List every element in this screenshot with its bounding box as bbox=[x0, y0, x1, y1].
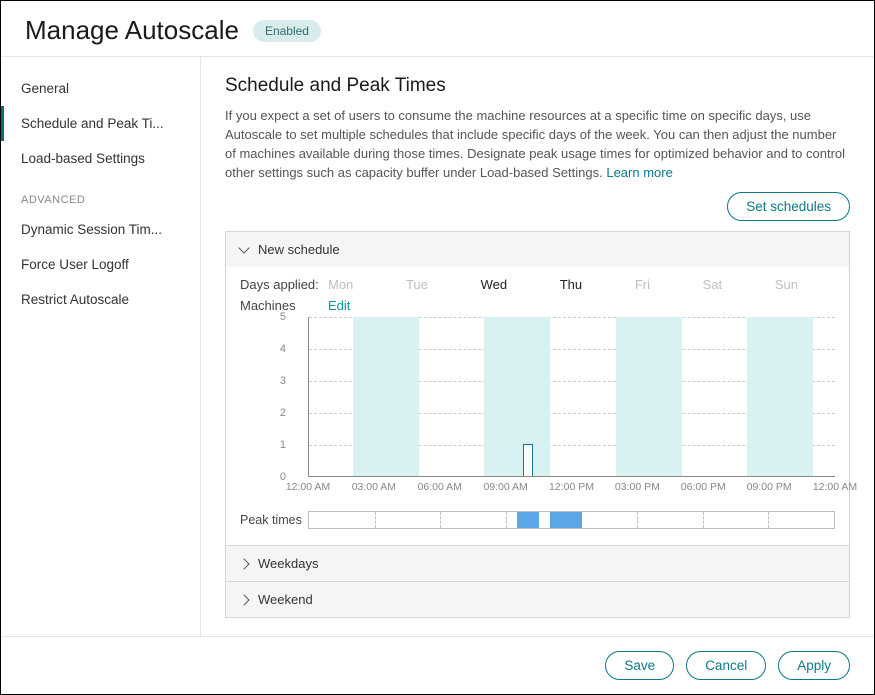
day-mon: Mon bbox=[328, 277, 353, 292]
y-tick: 1 bbox=[280, 439, 286, 451]
days-applied-label: Days applied: bbox=[240, 277, 328, 292]
section-title: Schedule and Peak Times bbox=[225, 75, 850, 97]
sidebar-heading-advanced: ADVANCED bbox=[1, 176, 200, 212]
schedule-weekend-label: Weekend bbox=[258, 592, 313, 607]
days-list: Mon Tue Wed Thu Fri Sat Sun bbox=[328, 277, 798, 292]
y-tick: 4 bbox=[280, 343, 286, 355]
x-tick: 06:00 AM bbox=[418, 481, 462, 493]
sidebar-item-schedule[interactable]: Schedule and Peak Ti... bbox=[1, 106, 200, 141]
day-fri: Fri bbox=[635, 277, 650, 292]
peak-segment[interactable] bbox=[517, 512, 539, 528]
x-tick: 03:00 AM bbox=[352, 481, 396, 493]
schedule-panel-weekend: Weekend bbox=[225, 581, 850, 618]
peak-segment[interactable] bbox=[550, 512, 583, 528]
y-tick: 5 bbox=[280, 311, 286, 323]
y-tick: 3 bbox=[280, 375, 286, 387]
x-tick: 12:00 AM bbox=[813, 481, 857, 493]
chevron-right-icon bbox=[238, 558, 249, 569]
x-tick: 12:00 AM bbox=[286, 481, 330, 493]
learn-more-link[interactable]: Learn more bbox=[606, 165, 672, 180]
footer: Save Cancel Apply bbox=[1, 636, 874, 694]
machines-chart: 012345 12:00 AM03:00 AM06:00 AM09:00 AM1… bbox=[308, 317, 835, 485]
sidebar-item-dynamic-session[interactable]: Dynamic Session Tim... bbox=[1, 212, 200, 247]
save-button[interactable]: Save bbox=[605, 651, 674, 680]
x-tick: 12:00 PM bbox=[549, 481, 594, 493]
schedule-panel-header[interactable]: New schedule bbox=[226, 232, 849, 267]
section-description: If you expect a set of users to consume … bbox=[225, 107, 850, 182]
sidebar-item-general[interactable]: General bbox=[1, 71, 200, 106]
schedule-panel-weekdays-header[interactable]: Weekdays bbox=[226, 546, 849, 581]
description-text: If you expect a set of users to consume … bbox=[225, 108, 845, 180]
schedule-panel-weekend-header[interactable]: Weekend bbox=[226, 582, 849, 617]
status-badge: Enabled bbox=[253, 20, 321, 42]
peak-times-bar[interactable] bbox=[308, 511, 835, 529]
y-tick: 2 bbox=[280, 407, 286, 419]
schedule-panel-new: New schedule Days applied: Mon Tue Wed T… bbox=[225, 231, 850, 546]
peak-times-label: Peak times bbox=[240, 513, 308, 527]
day-sun: Sun bbox=[775, 277, 798, 292]
x-tick: 09:00 AM bbox=[483, 481, 527, 493]
sidebar: General Schedule and Peak Ti... Load-bas… bbox=[1, 57, 201, 636]
header: Manage Autoscale Enabled bbox=[1, 1, 874, 57]
chevron-down-icon bbox=[238, 243, 249, 254]
day-wed: Wed bbox=[481, 277, 508, 292]
x-tick: 09:00 PM bbox=[747, 481, 792, 493]
day-tue: Tue bbox=[406, 277, 428, 292]
page-title: Manage Autoscale bbox=[25, 15, 239, 46]
set-schedules-button[interactable]: Set schedules bbox=[727, 192, 850, 221]
sidebar-item-force-logoff[interactable]: Force User Logoff bbox=[1, 247, 200, 282]
x-tick: 06:00 PM bbox=[681, 481, 726, 493]
schedule-name: New schedule bbox=[258, 242, 340, 257]
chevron-right-icon bbox=[238, 594, 249, 605]
main-content: Schedule and Peak Times If you expect a … bbox=[201, 57, 874, 636]
cancel-button[interactable]: Cancel bbox=[686, 651, 766, 680]
schedule-panel-weekdays: Weekdays bbox=[225, 545, 850, 582]
x-tick: 03:00 PM bbox=[615, 481, 660, 493]
day-thu: Thu bbox=[560, 277, 582, 292]
schedule-weekdays-label: Weekdays bbox=[258, 556, 318, 571]
sidebar-item-restrict[interactable]: Restrict Autoscale bbox=[1, 282, 200, 317]
chart-bar bbox=[523, 444, 533, 476]
day-sat: Sat bbox=[703, 277, 723, 292]
sidebar-item-load[interactable]: Load-based Settings bbox=[1, 141, 200, 176]
apply-button[interactable]: Apply bbox=[778, 651, 850, 680]
edit-machines-link[interactable]: Edit bbox=[328, 298, 350, 313]
